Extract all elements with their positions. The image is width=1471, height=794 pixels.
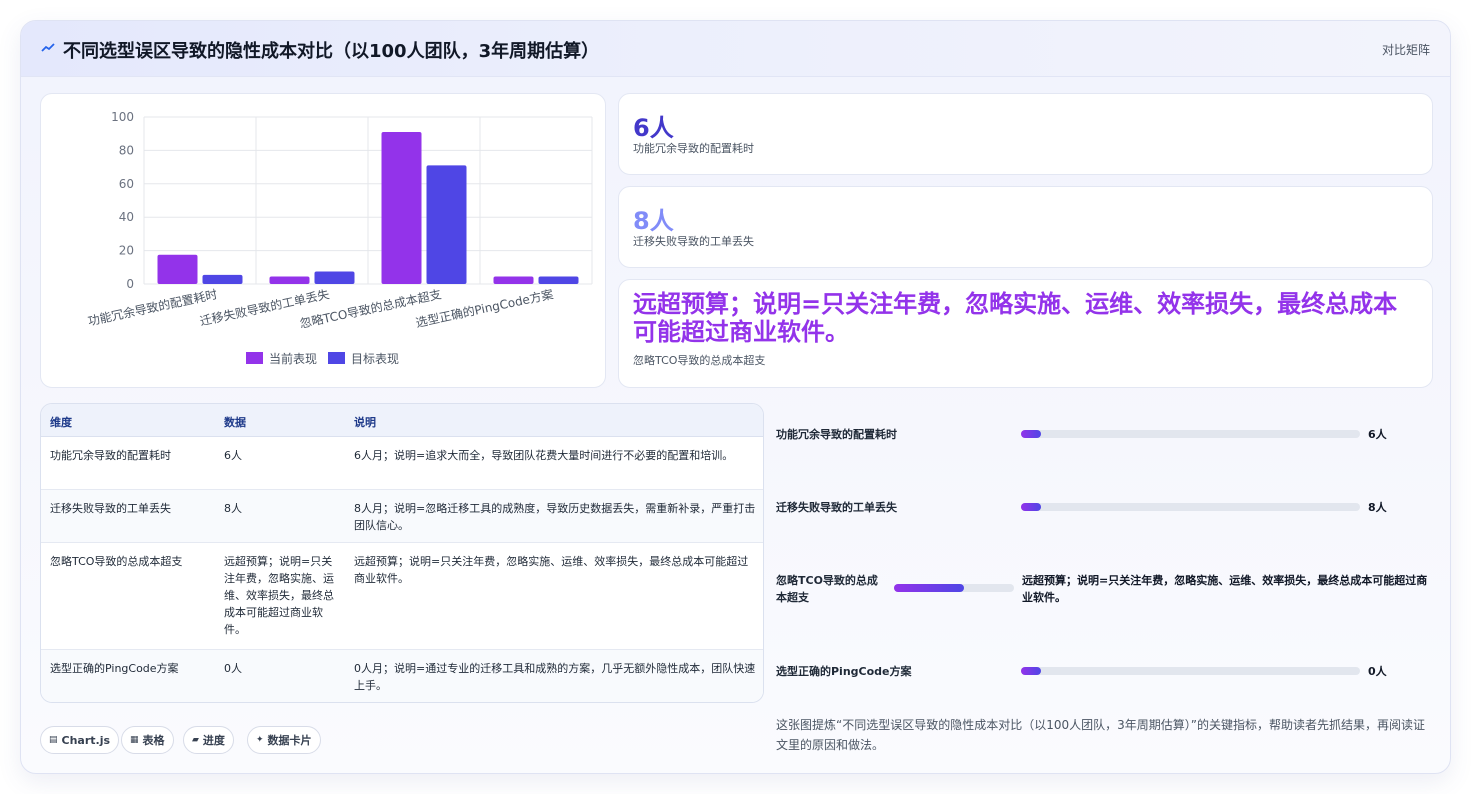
table-row: 迁移失败导致的工单丢失 8人 8人月；说明=忽略迁移工具的成熟度，导致历史数据丢… bbox=[41, 490, 763, 543]
chip-data-cards[interactable]: ✦ 数据卡片 bbox=[247, 726, 321, 754]
card-header: 不同选型误区导致的隐性成本对比（以100人团队，3年周期估算） 对比矩阵 bbox=[21, 21, 1450, 77]
chart-bar bbox=[426, 165, 467, 284]
chart-bar bbox=[493, 276, 534, 284]
progress-label: 功能冗余导致的配置耗时 bbox=[776, 428, 897, 441]
legend-swatch bbox=[328, 352, 345, 364]
progress-fill bbox=[1021, 503, 1042, 511]
table-row: 忽略TCO导致的总成本超支 远超预算；说明=只关注年费，忽略实施、运维、效率损失… bbox=[41, 543, 763, 650]
table-header: 维度 数据 说明 bbox=[41, 404, 763, 437]
table-cell: 0人月；说明=通过专业的迁移工具和成熟的方案，几乎无额外隐性成本，团队快速上手。 bbox=[354, 662, 756, 692]
progress-row: 功能冗余导致的配置耗时 6人 bbox=[776, 425, 1436, 465]
column-header: 数据 bbox=[224, 416, 246, 429]
table-cell: 迁移失败导致的工单丢失 bbox=[50, 502, 171, 515]
chart-icon: ▤ bbox=[49, 735, 58, 745]
table-cell: 功能冗余导致的配置耗时 bbox=[50, 449, 171, 462]
chart-bar bbox=[538, 276, 579, 284]
chip-chartjs[interactable]: ▤ Chart.js bbox=[40, 726, 120, 754]
progress-label: 选型正确的PingCode方案 bbox=[776, 665, 912, 678]
y-tick-label: 80 bbox=[119, 143, 134, 157]
table-icon: ▦ bbox=[130, 735, 139, 745]
progress-fill bbox=[1021, 667, 1042, 675]
progress-label: 迁移失败导致的工单丢失 bbox=[776, 501, 897, 514]
sparkle-icon: ✦ bbox=[256, 735, 264, 745]
page-title: 不同选型误区导致的隐性成本对比（以100人团队，3年周期估算） bbox=[63, 41, 600, 62]
table-cell: 8人 bbox=[224, 502, 242, 515]
kpi-card: 8人 迁移失败导致的工单丢失 bbox=[618, 186, 1433, 268]
y-tick-label: 0 bbox=[126, 277, 134, 291]
table-row: 功能冗余导致的配置耗时 6人 6人月；说明=追求大而全，导致团队花费大量时间进行… bbox=[41, 437, 763, 490]
kpi-label: 迁移失败导致的工单丢失 bbox=[633, 235, 754, 248]
progress-icon: ▰ bbox=[192, 735, 199, 745]
y-tick-label: 20 bbox=[119, 244, 134, 258]
column-header: 维度 bbox=[50, 416, 72, 429]
progress-track bbox=[894, 584, 1014, 592]
table-cell: 远超预算；说明=只关注年费，忽略实施、运维、效率损失，最终总成本可能超过商业软件… bbox=[224, 555, 334, 636]
progress-fill bbox=[894, 584, 964, 592]
kpi-value: 8人 bbox=[633, 207, 674, 235]
chip-label: 数据卡片 bbox=[267, 734, 312, 747]
kpi-label: 忽略TCO导致的总成本超支 bbox=[633, 354, 766, 367]
progress-row: 忽略TCO导致的总成本超支 远超预算；说明=只关注年费，忽略实施、运维、效率损失… bbox=[776, 572, 1436, 616]
progress-track bbox=[1021, 430, 1360, 438]
table-cell: 0人 bbox=[224, 662, 242, 675]
progress-value: 0人 bbox=[1368, 665, 1387, 678]
chart-bar bbox=[314, 271, 355, 284]
kpi-value: 远超预算；说明=只关注年费，忽略实施、运维、效率损失，最终总成本可能超过商业软件… bbox=[633, 290, 1398, 346]
progress-row: 迁移失败导致的工单丢失 8人 bbox=[776, 498, 1436, 538]
table-cell: 选型正确的PingCode方案 bbox=[50, 662, 179, 675]
chip-label: 表格 bbox=[142, 734, 165, 747]
table-cell: 远超预算；说明=只关注年费，忽略实施、运维、效率损失，最终总成本可能超过商业软件… bbox=[354, 555, 749, 585]
progress-track bbox=[1021, 503, 1360, 511]
chart-bar bbox=[157, 254, 198, 284]
chart-bar bbox=[202, 274, 243, 284]
table-cell: 8人月；说明=忽略迁移工具的成熟度，导致历史数据丢失，需重新补录，严重打击团队信… bbox=[354, 502, 756, 532]
kpi-value: 6人 bbox=[633, 114, 674, 142]
y-tick-label: 60 bbox=[119, 177, 134, 191]
y-tick-label: 100 bbox=[111, 110, 134, 124]
summary-note: 这张图提炼“不同选型误区导致的隐性成本对比（以100人团队，3年周期估算）”的关… bbox=[776, 718, 1425, 752]
chip-label: Chart.js bbox=[61, 733, 111, 747]
line-chart-icon bbox=[41, 43, 55, 52]
bar-chart-panel: 0 20 40 60 80 100 功能冗余导致的配置耗时 迁移失败导致的工单丢失 忽略TCO导… bbox=[40, 93, 606, 388]
kpi-card: 远超预算；说明=只关注年费，忽略实施、运维、效率损失，最终总成本可能超过商业软件… bbox=[618, 279, 1433, 388]
progress-value: 8人 bbox=[1368, 501, 1387, 514]
progress-track bbox=[1021, 667, 1360, 675]
table-row: 选型正确的PingCode方案 0人 0人月；说明=通过专业的迁移工具和成熟的方… bbox=[41, 650, 763, 702]
progress-value: 6人 bbox=[1368, 428, 1387, 441]
legend-label: 当前表现 bbox=[269, 351, 317, 366]
kpi-card: 6人 功能冗余导致的配置耗时 bbox=[618, 93, 1433, 175]
chart-bar bbox=[381, 132, 422, 284]
comparison-table: 维度 数据 说明 功能冗余导致的配置耗时 6人 6人月；说明=追求大而全，导致团… bbox=[40, 403, 764, 703]
progress-value: 远超预算；说明=只关注年费，忽略实施、运维、效率损失，最终总成本可能超过商业软件… bbox=[1022, 574, 1428, 604]
table-cell: 6人 bbox=[224, 449, 242, 462]
chart-bar bbox=[269, 276, 310, 284]
column-header: 说明 bbox=[354, 416, 376, 429]
x-tick-label: 功能冗余导致的配置耗时 bbox=[86, 286, 218, 328]
bar-chart: 020406080100功能冗余导致的配置耗时迁移失败导致的工单丢失忽略TCO导… bbox=[86, 110, 593, 366]
progress-row: 选型正确的PingCode方案 0人 bbox=[776, 662, 1436, 702]
table-cell: 6人月；说明=追求大而全，导致团队花费大量时间进行不必要的配置和培训。 bbox=[354, 449, 734, 462]
legend-label: 目标表现 bbox=[351, 352, 399, 366]
chip-label: 进度 bbox=[202, 734, 225, 747]
main-card: 不同选型误区导致的隐性成本对比（以100人团队，3年周期估算） 对比矩阵 0 20… bbox=[20, 20, 1451, 774]
y-tick-label: 40 bbox=[119, 210, 134, 224]
progress-fill bbox=[1021, 430, 1042, 438]
compare-matrix-link[interactable]: 对比矩阵 bbox=[1382, 41, 1430, 58]
legend-swatch bbox=[246, 352, 263, 364]
table-cell: 忽略TCO导致的总成本超支 bbox=[50, 555, 183, 568]
progress-label: 忽略TCO导致的总成本超支 bbox=[776, 574, 878, 604]
kpi-label: 功能冗余导致的配置耗时 bbox=[633, 142, 754, 155]
chip-table[interactable]: ▦ 表格 bbox=[121, 726, 174, 754]
chip-progress[interactable]: ▰ 进度 bbox=[183, 726, 234, 754]
